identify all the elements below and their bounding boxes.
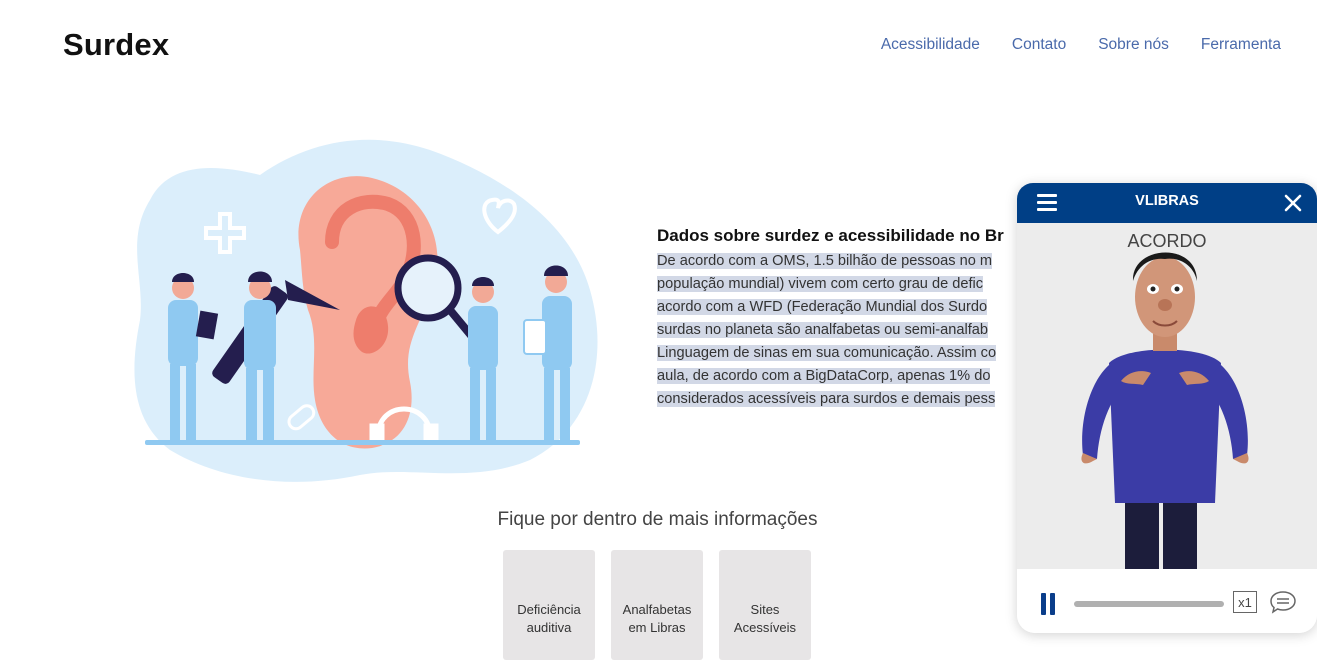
- info-line: De acordo com a OMS, 1.5 bilhão de pesso…: [657, 253, 993, 269]
- card-label-line2: em Libras: [628, 620, 686, 635]
- main-nav: Acessibilidade Contato Sobre nós Ferrame…: [881, 36, 1281, 54]
- info-title: Dados sobre surdez e acessibilidade no B…: [657, 226, 1004, 245]
- nav-link-contato[interactable]: Contato: [1012, 36, 1066, 54]
- speech-bubble-icon[interactable]: [1269, 590, 1297, 616]
- card-deficiencia-auditiva[interactable]: Deficiência auditiva: [503, 550, 595, 660]
- floor-line: [145, 440, 580, 445]
- hearing-care-illustration: [134, 139, 598, 482]
- card-label-line1: Sites: [750, 602, 780, 617]
- info-line: Linguagem de sinas em sua comunicação. A…: [657, 345, 997, 361]
- vlibras-header: VLIBRAS: [1017, 183, 1317, 223]
- card-analfabetas-em-libras[interactable]: Analfabetas em Libras: [611, 550, 703, 660]
- card-sites-acessiveis[interactable]: Sites Acessíveis: [719, 550, 811, 660]
- vlibras-current-word: ACORDO: [1127, 231, 1207, 251]
- info-paragraph: De acordo com a OMS, 1.5 bilhão de pesso…: [657, 250, 1057, 411]
- vlibras-widget: VLIBRAS ACORDO x1: [1017, 183, 1317, 633]
- nav-link-acessibilidade[interactable]: Acessibilidade: [881, 36, 980, 54]
- info-line: acordo com a WFD (Federação Mundial dos …: [657, 299, 988, 315]
- playback-progress-bar[interactable]: [1074, 601, 1224, 607]
- speed-button[interactable]: x1: [1233, 591, 1257, 613]
- nav-link-ferramenta[interactable]: Ferramenta: [1201, 36, 1281, 54]
- info-cards: Deficiência auditiva Analfabetas em Libras…: [503, 550, 811, 660]
- info-line: aula, de acordo com a BigDataCorp, apena…: [657, 368, 991, 384]
- nav-link-sobre-nos[interactable]: Sobre nós: [1098, 36, 1169, 54]
- card-label-line1: Analfabetas: [622, 602, 692, 617]
- site-logo[interactable]: Surdex: [63, 27, 169, 63]
- info-line: considerados acessíveis para surdos e de…: [657, 391, 996, 407]
- card-label-line1: Deficiência: [517, 602, 581, 617]
- card-label-line2: auditiva: [526, 620, 572, 635]
- vlibras-stage: ACORDO: [1017, 223, 1317, 569]
- info-line: população mundial) vivem com certo grau …: [657, 276, 984, 292]
- libras-avatar: [1081, 252, 1249, 569]
- close-icon[interactable]: [1283, 193, 1303, 213]
- pause-icon[interactable]: [1041, 593, 1055, 615]
- info-section: Dados sobre surdez e acessibilidade no B…: [657, 226, 1057, 411]
- info-line: surdas no planeta são analfabetas ou sem…: [657, 322, 989, 338]
- card-label-line2: Acessíveis: [733, 620, 797, 635]
- vlibras-controls: x1: [1017, 569, 1317, 633]
- vlibras-title: VLIBRAS: [1135, 193, 1199, 209]
